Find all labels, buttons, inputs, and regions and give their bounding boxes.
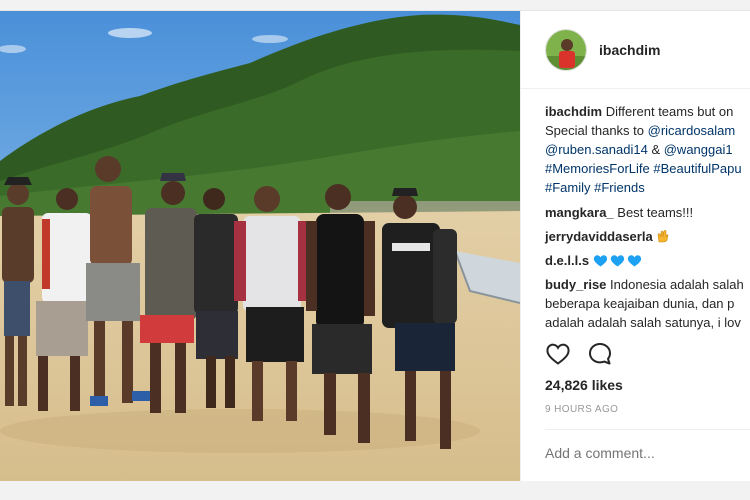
comment-username[interactable]: d.e.l.l.s [545, 253, 589, 268]
blue-heart-emoji-icon [593, 255, 607, 267]
blue-heart-emoji-icon [610, 255, 624, 267]
post-caption: ibachdim Different teams but on Special … [545, 102, 750, 197]
blue-heart-emoji-icon [627, 255, 641, 267]
likes-count[interactable]: 24,826 likes [545, 377, 623, 393]
comment-text: adalah adalah salah satunya, i lov [545, 315, 741, 330]
comment-item: mangkara_ Best teams!!! [545, 203, 750, 222]
caption-text: Special thanks to [545, 123, 648, 138]
divider [545, 429, 750, 430]
post-actions [545, 341, 613, 367]
comment-username[interactable]: budy_rise [545, 277, 606, 292]
avatar[interactable] [545, 28, 587, 71]
comment-item: jerrydaviddaserla [545, 227, 750, 246]
page-frame: ibachdim ibachdim Different teams but on… [0, 0, 750, 500]
mention-link[interactable]: @wanggai1 [664, 142, 733, 157]
post-photo [0, 11, 520, 481]
post-timestamp: 9 HOURS AGO [545, 404, 619, 415]
hashtag-link[interactable]: #MemoriesForLife #BeautifulPapu [545, 161, 742, 176]
heart-outline-icon[interactable] [545, 341, 571, 367]
comment-text: Best teams!!! [613, 205, 694, 220]
post-sidebar: ibachdim ibachdim Different teams but on… [520, 11, 750, 481]
mention-link[interactable]: @ricardosalam [648, 123, 736, 138]
mention-link[interactable]: @ruben.sanadi14 [545, 142, 648, 157]
caption-text: Different teams but on [602, 104, 734, 119]
add-comment-input[interactable] [545, 445, 745, 461]
post-username[interactable]: ibachdim [599, 42, 660, 58]
comment-text: beberapa keajaiban dunia, dan p [545, 296, 735, 311]
comments-list: ibachdim Different teams but on Special … [521, 89, 750, 339]
comment-bubble-icon[interactable] [587, 341, 613, 367]
comment-username[interactable]: jerrydaviddaserla [545, 229, 653, 244]
raised-hands-emoji-icon [658, 229, 669, 243]
caption-text: & [647, 142, 664, 157]
post-header: ibachdim [521, 11, 750, 89]
hashtag-link[interactable]: #Family #Friends [545, 180, 645, 195]
comment-text: Indonesia adalah salah [606, 277, 744, 292]
instagram-post: ibachdim ibachdim Different teams but on… [0, 10, 750, 481]
caption-username[interactable]: ibachdim [545, 104, 602, 119]
comment-username[interactable]: mangkara_ [545, 205, 614, 220]
comment-item: d.e.l.l.s [545, 251, 750, 270]
comment-item: budy_rise Indonesia adalah salah beberap… [545, 275, 750, 332]
